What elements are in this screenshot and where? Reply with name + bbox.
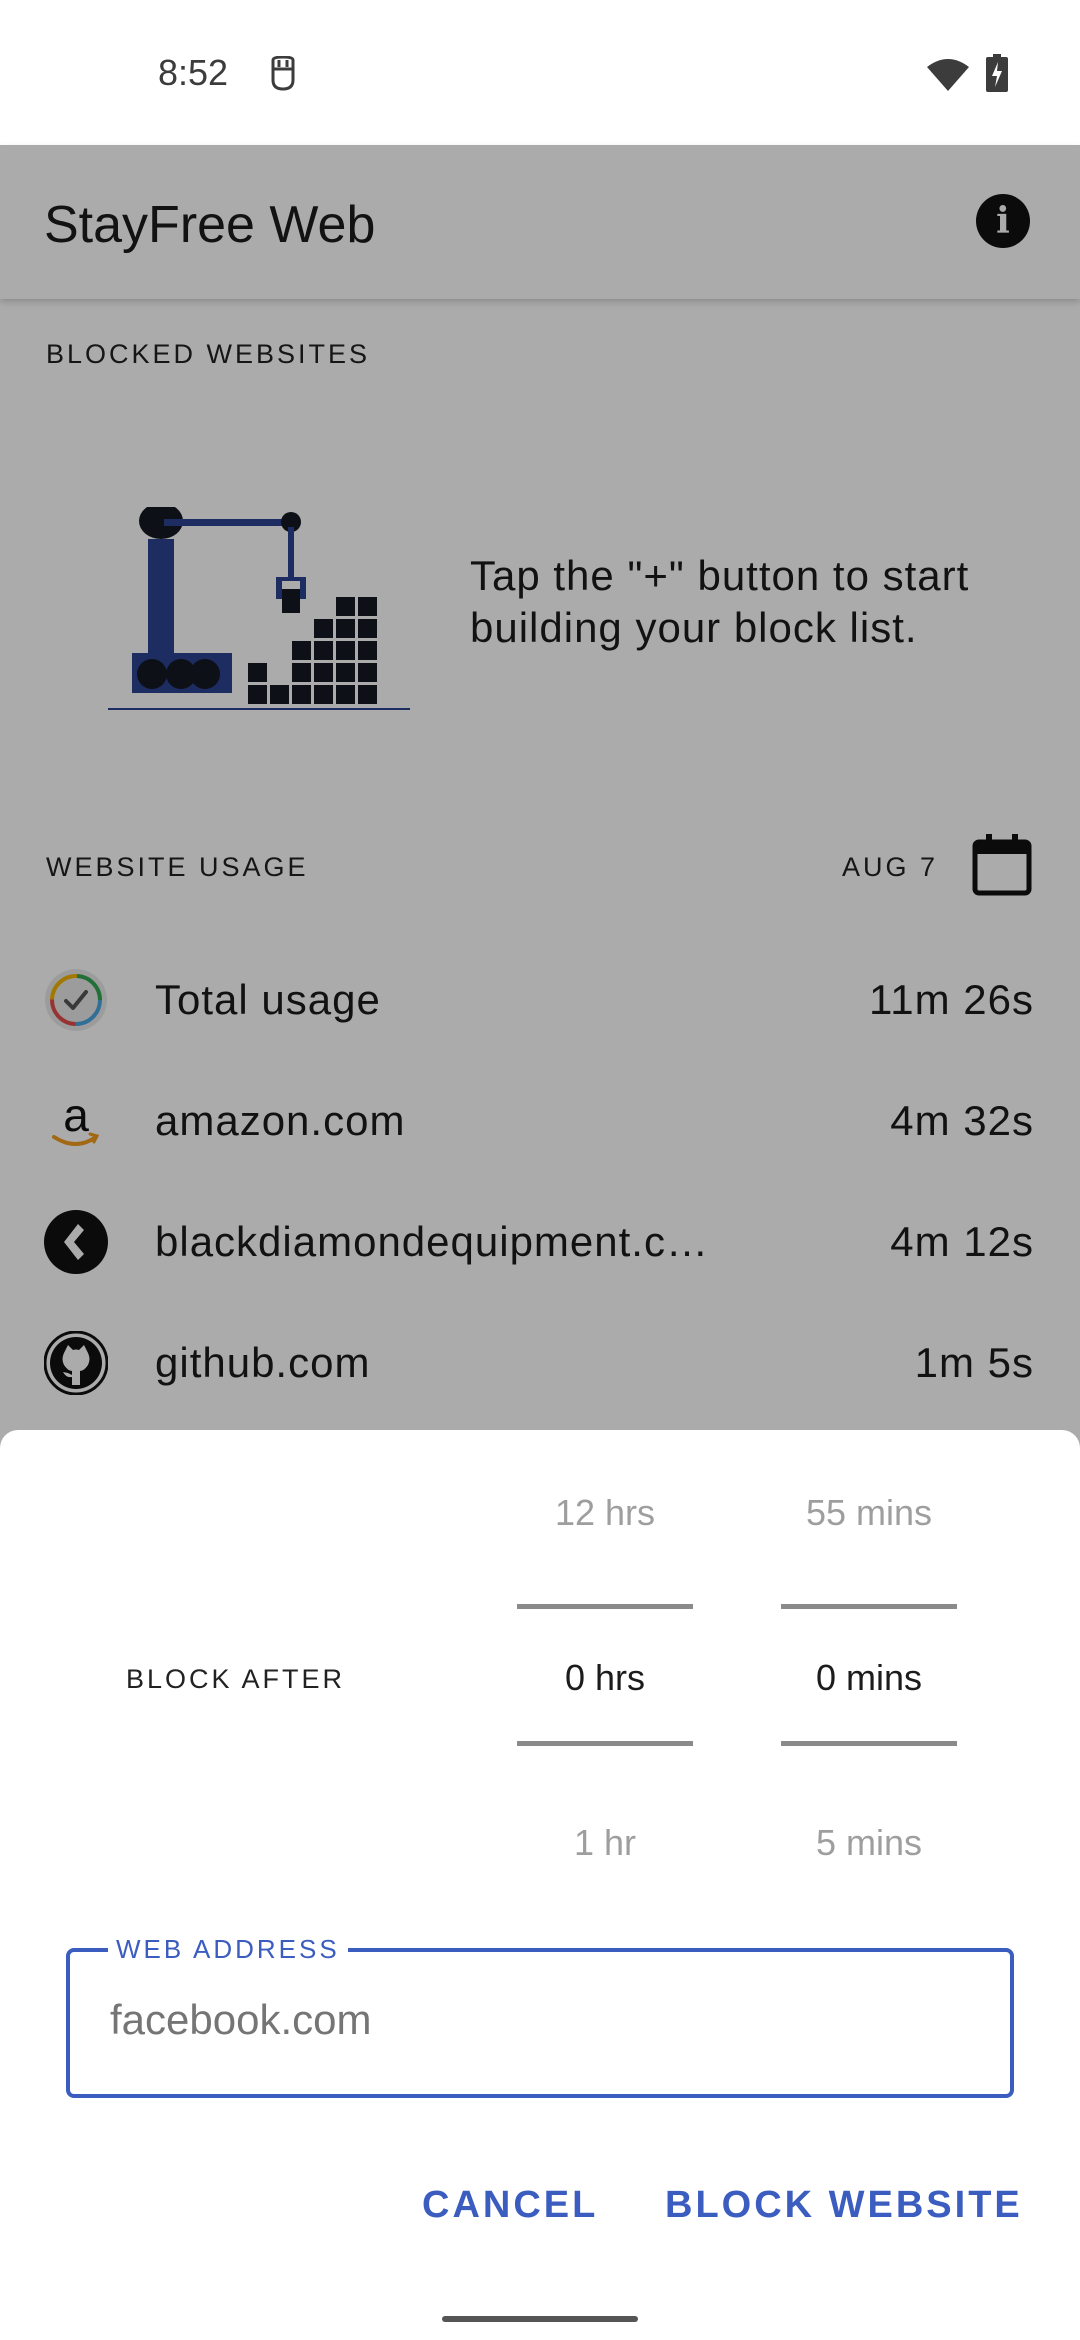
hours-option-prev[interactable]: 12 hrs	[517, 1492, 693, 1534]
minutes-option-selected[interactable]: 0 mins	[781, 1657, 957, 1699]
minutes-option-prev[interactable]: 55 mins	[781, 1492, 957, 1534]
minutes-picker[interactable]: 55 mins 0 mins 5 mins	[781, 1430, 957, 1863]
picker-divider	[781, 1741, 957, 1746]
web-address-input[interactable]	[110, 1996, 970, 2044]
minutes-option-next[interactable]: 5 mins	[781, 1822, 957, 1864]
picker-divider	[517, 1741, 693, 1746]
notification-app-icon	[271, 56, 295, 91]
web-address-label: WEB ADDRESS	[108, 1934, 348, 1965]
wifi-icon	[927, 59, 969, 91]
block-website-button[interactable]: BLOCK WEBSITE	[665, 2184, 1023, 2227]
hours-option-selected[interactable]: 0 hrs	[517, 1657, 693, 1699]
battery-charging-icon	[986, 54, 1008, 92]
hours-option-next[interactable]: 1 hr	[517, 1822, 693, 1864]
status-time: 8:52	[158, 52, 229, 93]
cancel-button[interactable]: CANCEL	[422, 2184, 598, 2227]
picker-divider	[517, 1604, 693, 1609]
hours-picker[interactable]: 12 hrs 0 hrs 1 hr	[517, 1430, 693, 1863]
gesture-nav-handle[interactable]	[442, 2316, 638, 2322]
picker-divider	[781, 1604, 957, 1609]
block-after-label: BLOCK AFTER	[126, 1664, 346, 1694]
block-website-sheet: BLOCK AFTER 12 hrs 0 hrs 1 hr 55 mins 0 …	[0, 1430, 1080, 2340]
web-address-field[interactable]: WEB ADDRESS	[66, 1934, 1014, 2098]
status-bar: 8:52	[0, 0, 1080, 145]
